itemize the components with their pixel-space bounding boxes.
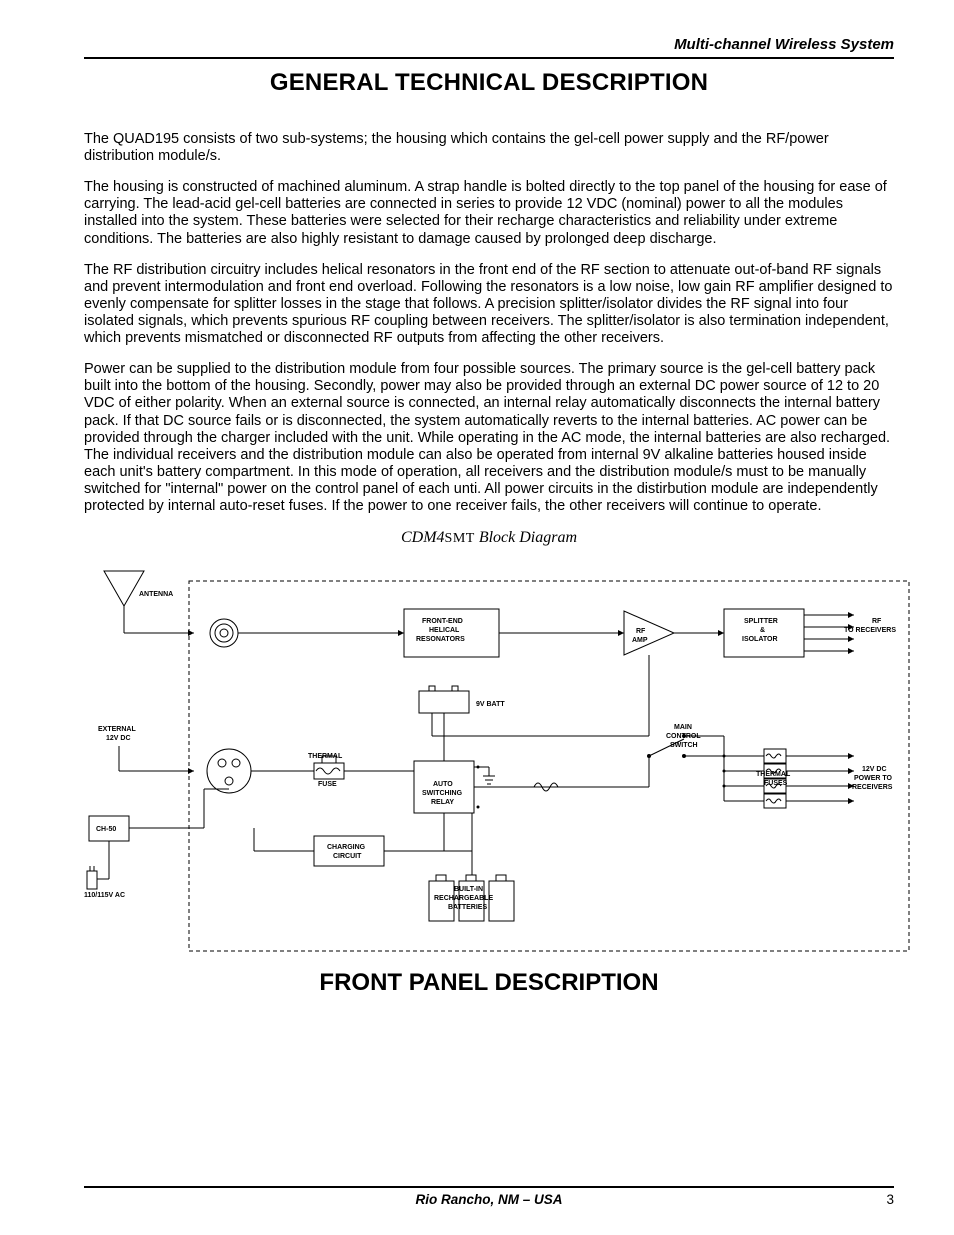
caption-suffix: Block Diagram	[475, 529, 577, 546]
paragraph-1: The QUAD195 consists of two sub-systems;…	[84, 131, 894, 165]
label-antenna: ANTENNA	[139, 591, 173, 598]
section-heading-front-panel: FRONT PANEL DESCRIPTION	[84, 969, 894, 997]
footer-rule	[84, 1186, 894, 1188]
power-connector-icon	[207, 749, 251, 793]
caption-prefix: CDM4	[401, 529, 445, 546]
block-diagram: ANTENNA FRONT-END HELICAL RESONATORS RF …	[84, 561, 914, 961]
paragraph-3: The RF distribution circuitry includes h…	[84, 262, 894, 348]
paragraph-2: The housing is constructed of machined a…	[84, 179, 894, 247]
nine-v-batt-icon	[419, 686, 469, 713]
page-footer: Rio Rancho, NM – USA 3	[84, 1186, 894, 1207]
label-auto-sw: AUTO SWITCHING RELAY	[422, 781, 464, 806]
label-ch50: CH-50	[96, 826, 116, 833]
antenna-icon	[104, 571, 194, 633]
label-builtin: BUILT-IN RECHARGEABLE BATTERIES	[434, 886, 495, 911]
body-text: The QUAD195 consists of two sub-systems;…	[84, 131, 894, 515]
connector-icon	[210, 619, 238, 647]
header-rule	[84, 57, 894, 59]
ground-icon	[483, 767, 495, 784]
label-charging: CHARGING CIRCUIT	[327, 844, 367, 860]
ac-plug-icon	[87, 866, 97, 889]
paragraph-4: Power can be supplied to the distributio…	[84, 361, 894, 515]
footer-location: Rio Rancho, NM – USA	[114, 1192, 864, 1207]
diagram-caption: CDM4SMT Block Diagram	[84, 529, 894, 547]
label-front-end: FRONT-END HELICAL RESONATORS	[416, 618, 465, 643]
label-power-to: 12V DC POWER TO RECEIVERS	[852, 766, 894, 791]
thermal-fuses-icon	[764, 749, 786, 808]
label-rf-to: RF TO RECEIVERS	[844, 618, 896, 634]
label-splitter: SPLITTER & ISOLATOR	[742, 618, 780, 643]
label-ext-12v: EXTERNAL 12V DC	[98, 726, 138, 742]
label-rf-amp: RF AMP	[632, 628, 648, 644]
label-ac: 110/115V AC	[84, 892, 125, 899]
page-number: 3	[864, 1192, 894, 1207]
label-9v: 9V BATT	[476, 701, 505, 708]
section-heading-general: GENERAL TECHNICAL DESCRIPTION	[84, 69, 894, 97]
caption-smallcaps: SMT	[445, 531, 475, 546]
running-header: Multi-channel Wireless System	[84, 36, 894, 57]
